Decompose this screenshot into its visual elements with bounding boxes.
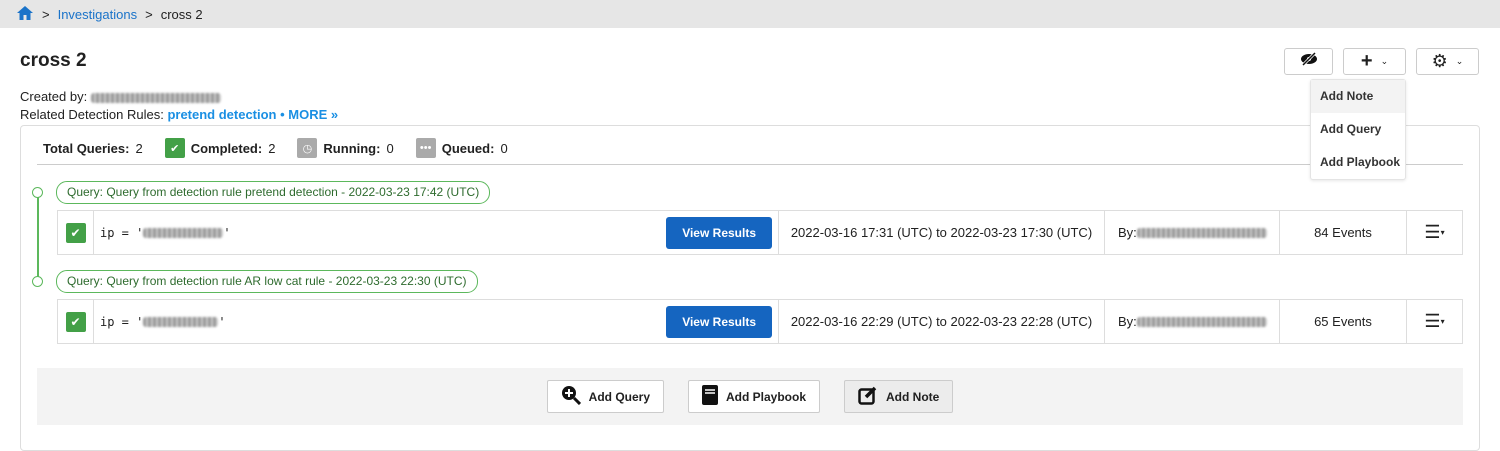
home-icon[interactable]: [16, 5, 34, 24]
eye-slash-icon: [1300, 51, 1318, 71]
chevron-down-icon: ⌄: [1380, 56, 1389, 66]
menu-add-query[interactable]: Add Query: [1311, 113, 1405, 146]
plus-icon: +: [1360, 50, 1373, 72]
queued-label: Queued:: [441, 140, 495, 156]
menu-add-playbook[interactable]: Add Playbook: [1311, 146, 1405, 179]
add-playbook-button[interactable]: Add Playbook: [688, 380, 821, 413]
add-note-button[interactable]: Add Note: [844, 380, 954, 413]
rules-label: Related Detection Rules:: [20, 107, 164, 122]
add-query-button[interactable]: Add Query: [546, 380, 664, 413]
running-value: 0: [386, 140, 394, 156]
by-label: By:: [1118, 225, 1137, 240]
query-tag: Query: Query from detection rule AR low …: [56, 270, 478, 293]
query-text: ip = ' ': [100, 225, 231, 240]
more-link[interactable]: • MORE »: [280, 107, 338, 122]
created-by-label: Created by:: [20, 89, 88, 104]
gear-icon: ⚙: [1431, 51, 1448, 71]
completed-value: 2: [268, 140, 276, 156]
hide-button[interactable]: [1284, 48, 1333, 75]
query-text: ip = ' ': [100, 314, 226, 329]
edit-icon: [858, 385, 878, 408]
breadcrumb-current: cross 2: [160, 6, 203, 22]
query-stats: Total Queries: 2 ✔ Completed: 2 ◷ Running: 0 …: [43, 138, 508, 158]
timeline-dot: [32, 187, 43, 198]
check-icon: ✔: [164, 138, 185, 158]
query-tag: Query: Query from detection rule pretend…: [56, 181, 491, 204]
add-menu: Add Note Add Query Add Playbook: [1310, 79, 1406, 180]
query-row: ✔ ip = ' ' View Results 2022-03-16 17:31 (…: [57, 210, 1463, 255]
timeline-dot: [32, 276, 43, 287]
running-label: Running:: [323, 140, 381, 156]
breadcrumb-investigations[interactable]: Investigations: [58, 7, 138, 22]
completed-label: Completed:: [190, 140, 263, 156]
add-dropdown-button[interactable]: + ⌄: [1343, 48, 1406, 75]
page-title: cross 2: [20, 50, 87, 71]
ellipsis-icon: •••: [415, 138, 436, 158]
time-range: 2022-03-16 17:31 (UTC) to 2022-03-23 17:…: [779, 211, 1105, 254]
check-icon: ✔: [65, 222, 86, 243]
book-icon: [702, 385, 718, 408]
clock-icon: ◷: [297, 138, 318, 158]
search-plus-icon: [561, 385, 581, 408]
view-results-button[interactable]: View Results: [666, 305, 772, 338]
queries-panel: Total Queries: 2 ✔ Completed: 2 ◷ Running: 0 …: [20, 125, 1480, 451]
breadcrumb: > Investigations > cross 2: [0, 0, 1500, 28]
action-bar: Add Query Add Playbook Add Note: [37, 368, 1463, 425]
rule-link[interactable]: pretend detection: [167, 107, 276, 122]
time-range: 2022-03-16 22:29 (UTC) to 2022-03-23 22:…: [779, 300, 1105, 343]
row-menu-icon[interactable]: ☰ ▾: [1407, 300, 1462, 343]
by-label: By:: [1118, 314, 1137, 329]
queued-value: 0: [500, 140, 508, 156]
view-results-button[interactable]: View Results: [666, 216, 772, 249]
total-label: Total Queries:: [43, 140, 130, 156]
total-value: 2: [135, 140, 143, 156]
check-icon: ✔: [65, 311, 86, 332]
settings-dropdown-button[interactable]: ⚙ ⌄: [1416, 48, 1479, 75]
divider: [37, 164, 1463, 165]
event-count[interactable]: 84 Events: [1280, 211, 1407, 254]
redacted-user: [90, 92, 221, 103]
chevron-down-icon: ⌄: [1455, 56, 1464, 66]
created-by: Created by:: [20, 89, 221, 104]
breadcrumb-sep: >: [42, 6, 50, 22]
event-count[interactable]: 65 Events: [1280, 300, 1407, 343]
row-menu-icon[interactable]: ☰ ▾: [1407, 211, 1462, 254]
menu-add-note[interactable]: Add Note: [1311, 80, 1405, 113]
breadcrumb-sep: >: [145, 6, 153, 22]
timeline-line: [37, 192, 39, 282]
related-rules: Related Detection Rules: pretend detecti…: [20, 107, 338, 122]
query-row: ✔ ip = ' ' View Results 2022-03-16 22:29 (…: [57, 299, 1463, 344]
